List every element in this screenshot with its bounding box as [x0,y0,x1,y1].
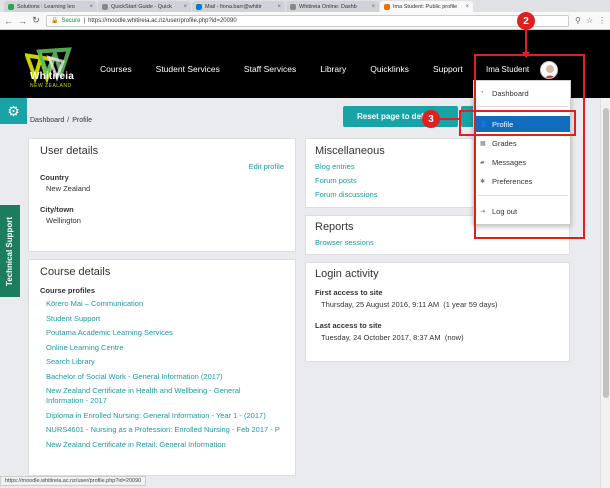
city-value: Wellington [46,216,81,225]
forward-icon[interactable]: → [18,16,27,26]
nav-support[interactable]: Support [433,64,463,74]
lock-icon: 🔒 [51,18,59,24]
browser-tab-3[interactable]: Mail - fiona.barr@whitir × [192,1,285,12]
user-details-title: User details [40,145,99,157]
nav-staff-services[interactable]: Staff Services [244,64,296,74]
annotation-marker-2: 2 [517,12,535,30]
page-scrollbar[interactable] [600,98,610,488]
course-link[interactable]: Search Library [46,357,280,367]
tab-favicon [196,3,202,10]
close-icon[interactable]: × [277,4,281,10]
logo-subtitle: NEW ZEALAND [30,83,72,89]
user-details-card: User details Edit profile Country New Ze… [28,138,296,252]
annotation-marker-3: 3 [422,110,440,128]
browser-tab-1[interactable]: Solutions : Learning Ieo × [4,1,97,12]
reset-page-button[interactable]: Reset page to default [343,106,458,127]
browser-tab-bar: Solutions : Learning Ieo × QuickStart Gui… [0,0,610,12]
gear-icon[interactable]: ⚙ [0,98,27,124]
tab-favicon [290,3,296,10]
course-link[interactable]: NURS4601 - Nursing as a Profession: Enro… [46,425,280,435]
first-access-label: First access to site [315,288,383,297]
technical-support-label: Technical Support [5,216,15,286]
course-link[interactable]: New Zealand Certificate in Health and We… [46,386,280,406]
course-link[interactable]: Student Support [46,314,280,324]
tab-title: Solutions : Learning Ieo [17,3,75,10]
course-details-title: Course details [40,266,111,278]
tab-favicon [384,3,390,10]
address-bar[interactable]: 🔒 Secure | https://moodle.whitireia.ac.n… [46,14,569,27]
close-icon[interactable]: × [371,4,375,10]
edit-profile-link[interactable]: Edit profile [249,162,284,171]
logo-text: Whitireia [30,71,75,82]
url-text: https://moodle.whitireia.ac.nz/user/prof… [88,17,237,24]
tab-favicon [102,3,108,10]
tab-title: QuickStart Guide - Quick [111,3,172,10]
course-link[interactable]: New Zealand Certificate in Retail: Gener… [46,440,280,450]
technical-support-tab[interactable]: Technical Support [0,205,20,297]
country-label: Country [40,173,69,182]
course-link[interactable]: Diploma in Enrolled Nursing: General Inf… [46,411,280,421]
breadcrumb-profile: Profile [72,117,93,124]
course-link[interactable]: Bachelor of Social Work - General Inform… [46,372,280,382]
browser-status-bar: https://moodle.whitireia.ac.nz/user/prof… [0,476,147,486]
annotation-box-user-menu [474,54,585,239]
scroll-thumb[interactable] [603,108,609,398]
menu-icon[interactable]: ⋮ [598,16,606,25]
tab-title: Mail - fiona.barr@whitir [205,3,262,10]
reload-icon[interactable]: ↻ [32,15,40,26]
breadcrumb: Dashboard / Profile [30,117,92,124]
nav-quicklinks[interactable]: Quicklinks [370,64,409,74]
browser-tab-5[interactable]: Ima Student: Public profile × [380,1,473,12]
close-icon[interactable]: × [465,4,469,10]
main-nav: Courses Student Services Staff Services … [100,64,487,74]
back-icon[interactable]: ← [4,16,13,26]
first-access-value: Thursday, 25 August 2016, 9:11 AM (1 yea… [321,300,498,309]
breadcrumb-separator: / [67,117,70,124]
close-icon[interactable]: × [89,4,93,10]
course-link[interactable]: Online Learning Centre [46,343,280,353]
tab-favicon [8,3,14,10]
star-icon[interactable]: ☆ [586,16,593,25]
zoom-icon[interactable]: ⚲ [575,16,581,25]
browser-tab-2[interactable]: QuickStart Guide - Quick × [98,1,191,12]
country-value: New Zealand [46,184,91,193]
tab-title: Whitireia Online: Dashb [299,3,357,10]
nav-courses[interactable]: Courses [100,64,132,74]
secure-label: Secure [61,17,81,24]
login-activity-card: Login activity First access to site Thur… [305,262,570,362]
course-link[interactable]: Poutama Academic Learning Services [46,328,280,338]
tab-title: Ima Student: Public profile [393,3,458,10]
annotation-box-profile [459,110,576,136]
browser-tab-4[interactable]: Whitireia Online: Dashb × [286,1,379,12]
url-separator: | [83,17,86,24]
last-access-label: Last access to site [315,321,382,330]
course-link[interactable]: Kōrero Mai – Communication [46,299,280,309]
city-label: City/town [40,205,74,214]
nav-library[interactable]: Library [320,64,346,74]
login-activity-title: Login activity [315,268,379,280]
last-access-value: Tuesday, 24 October 2017, 8:37 AM (now) [321,333,464,342]
close-icon[interactable]: × [183,4,187,10]
course-profiles-label: Course profiles [40,286,96,295]
browser-sessions-link[interactable]: Browser sessions [315,238,560,247]
breadcrumb-dashboard[interactable]: Dashboard [30,117,64,124]
nav-student-services[interactable]: Student Services [156,64,220,74]
course-list: Kōrero Mai – Communication Student Suppo… [40,299,280,450]
course-details-card: Course details Course profiles Kōrero Ma… [28,259,296,476]
